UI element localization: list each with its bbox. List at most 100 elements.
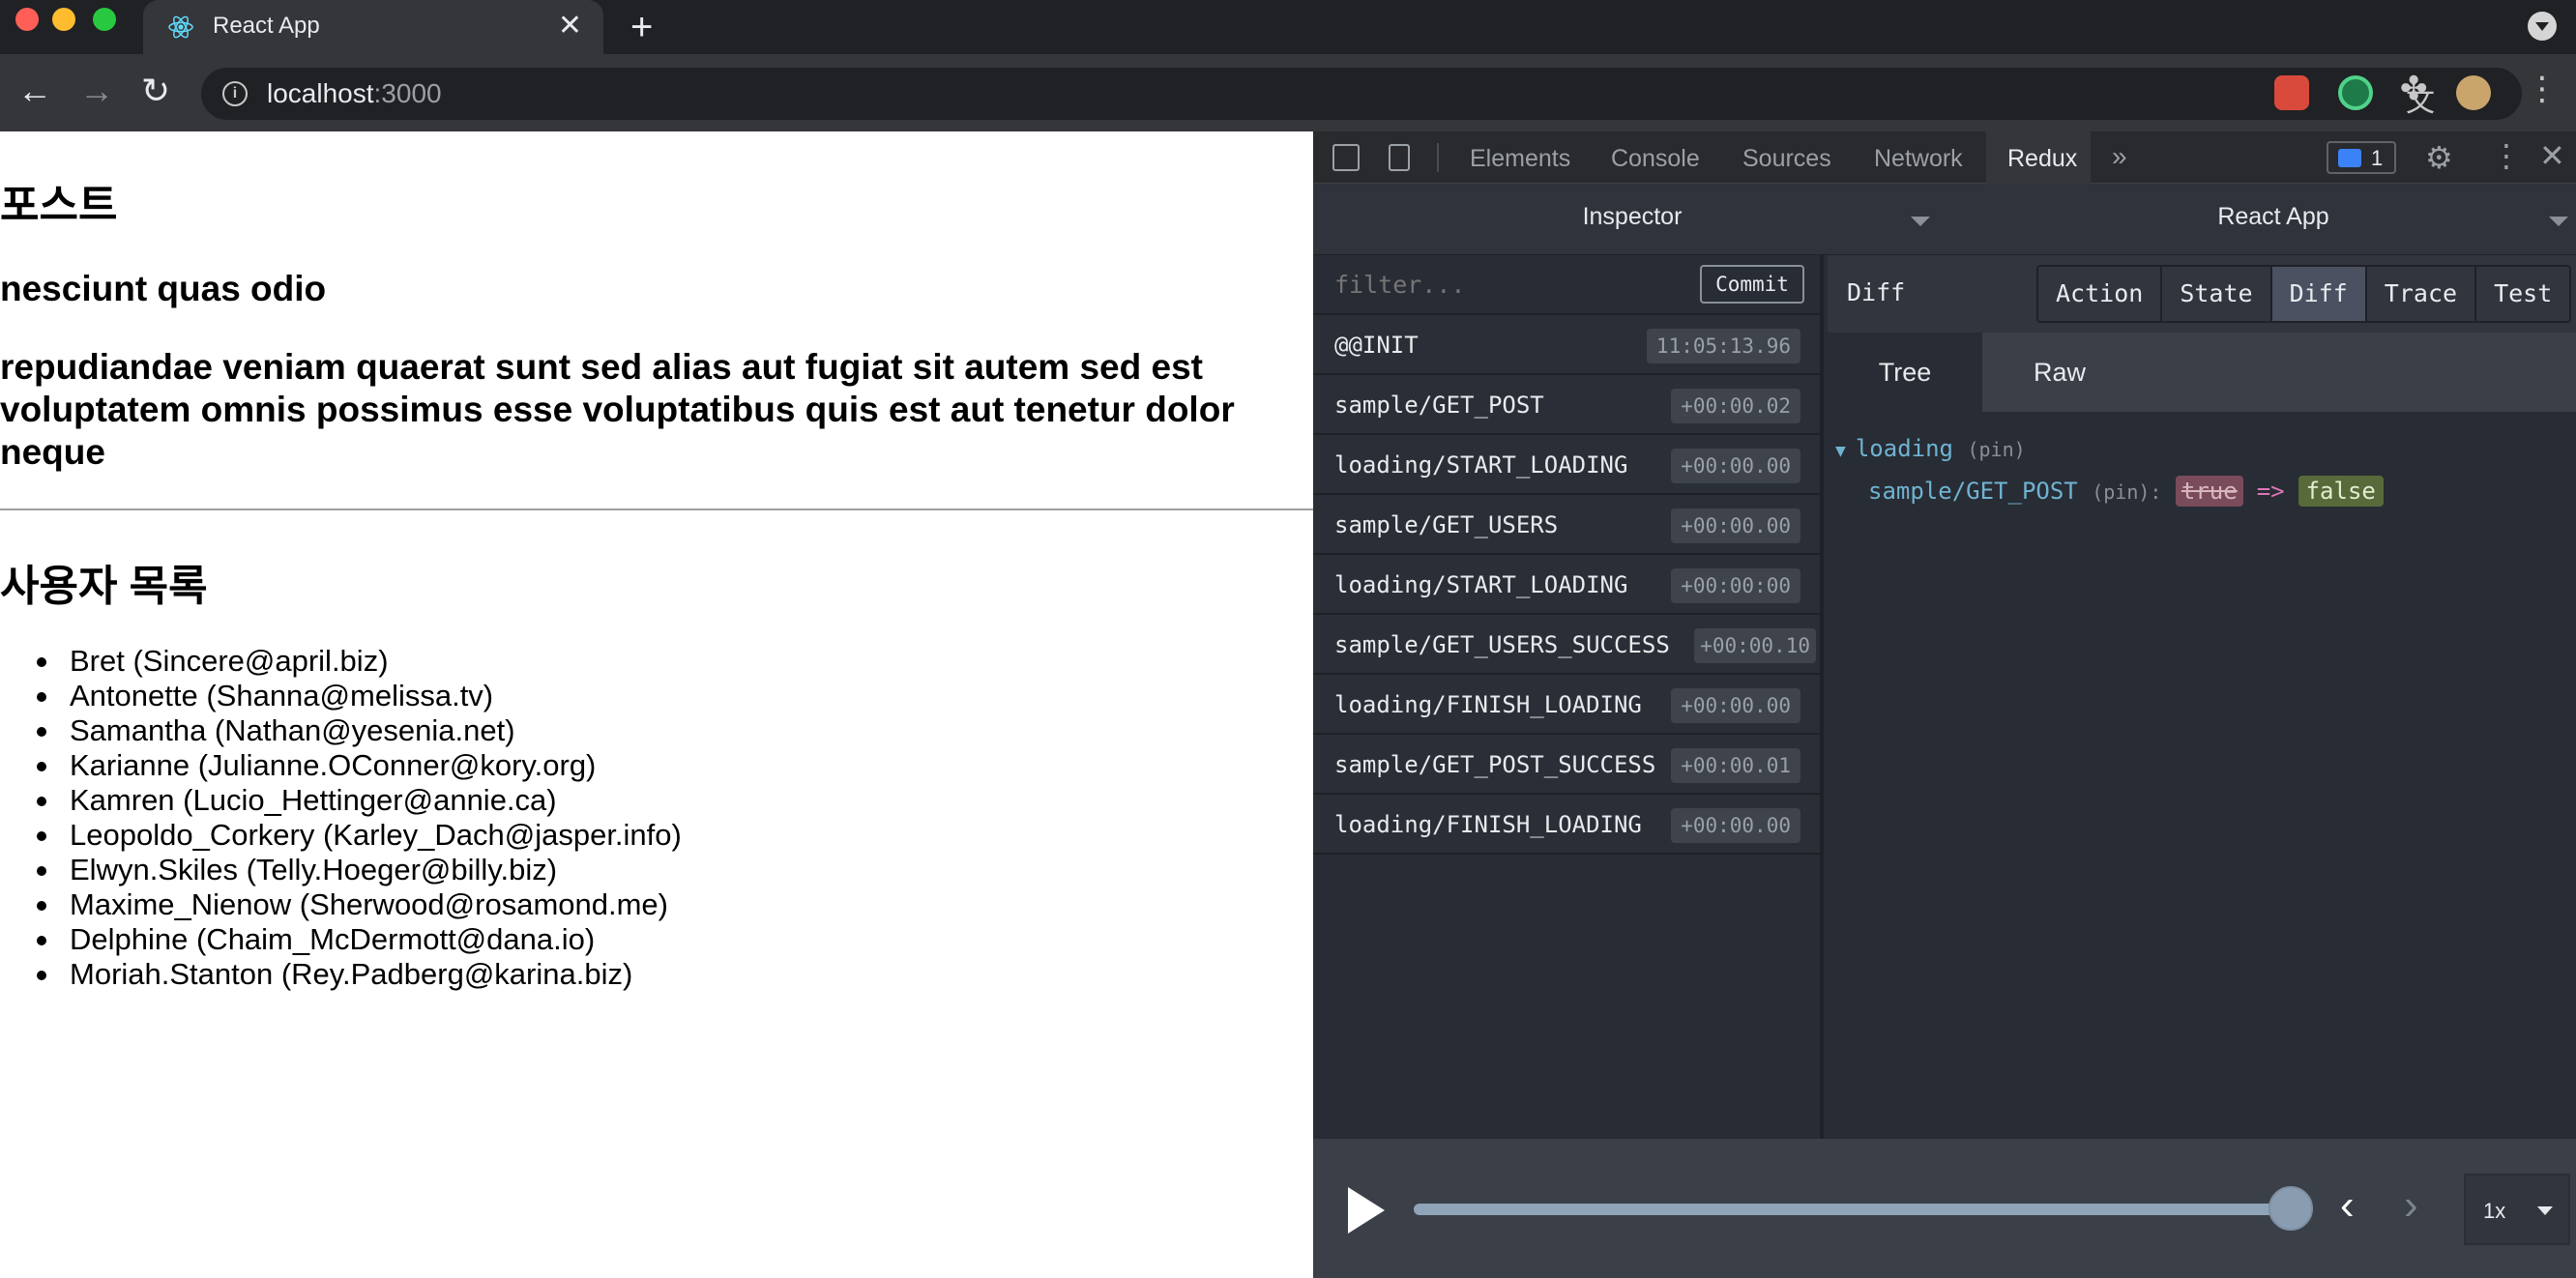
action-name: loading/START_LOADING: [1334, 451, 1628, 479]
slider-track[interactable]: [1414, 1204, 2284, 1215]
commit-button[interactable]: Commit: [1700, 265, 1804, 304]
action-time: +00:00.00: [1671, 808, 1800, 843]
action-time: +00:00.02: [1671, 389, 1800, 423]
step-forward-icon[interactable]: ›: [2404, 1181, 2418, 1230]
action-time: +00:00.00: [1671, 688, 1800, 723]
back-button[interactable]: ←: [17, 72, 52, 110]
monitor-tab-group: Action State Diff Trace Test: [2036, 265, 2572, 323]
new-tab-button[interactable]: +: [630, 6, 653, 48]
slider-thumb[interactable]: [2269, 1186, 2313, 1231]
monitor-select[interactable]: Inspector: [1313, 184, 1951, 255]
action-name: sample/GET_USERS_SUCCESS: [1334, 631, 1670, 658]
page-viewport: 포스트 nesciunt quas odio repudiandae venia…: [0, 131, 1313, 1278]
speed-select[interactable]: 1x: [2464, 1174, 2570, 1245]
tree-key: sample/GET_POST: [1868, 478, 2078, 505]
play-icon[interactable]: [1348, 1187, 1385, 1234]
action-item[interactable]: loading/START_LOADING +00:00.00: [1313, 435, 1820, 495]
extensions-puzzle-icon[interactable]: ✤: [2400, 70, 2428, 108]
tab-state[interactable]: State: [2162, 267, 2272, 321]
pin-link[interactable]: (pin):: [2092, 480, 2161, 504]
tab-search-button[interactable]: [2528, 12, 2557, 41]
action-name: sample/GET_USERS: [1334, 511, 1559, 538]
action-item[interactable]: sample/GET_POST +00:00.02: [1313, 375, 1820, 435]
expand-arrow-icon[interactable]: ▼: [1835, 441, 1846, 461]
tab-tree[interactable]: Tree: [1828, 333, 1982, 412]
action-item[interactable]: loading/FINISH_LOADING +00:00.00: [1313, 795, 1820, 855]
device-toolbar-icon[interactable]: [1389, 144, 1410, 171]
action-time: 11:05:13.96: [1646, 329, 1800, 363]
view-tabs: Tree Raw: [1828, 333, 2576, 412]
browser-tab[interactable]: React App ✕: [143, 0, 603, 54]
divider: [0, 508, 1313, 510]
tab-network[interactable]: Network: [1874, 145, 1963, 173]
diff-tree-row: sample/GET_POST (pin): true => false: [1868, 476, 2384, 507]
action-item[interactable]: sample/GET_USERS_SUCCESS +00:00.10: [1313, 615, 1820, 675]
tab-close-icon[interactable]: ✕: [558, 10, 582, 43]
action-name: loading/START_LOADING: [1334, 571, 1628, 598]
action-time: +00:00:00: [1671, 568, 1800, 603]
action-list: Commit @@INIT 11:05:13.96 sample/GET_POS…: [1313, 255, 1824, 1139]
inspector-monitor: Diff Action State Diff Trace Test Tree R…: [1828, 255, 2576, 1139]
window-maximize-button[interactable]: [93, 8, 116, 31]
redux-header: Inspector React App: [1313, 184, 2576, 255]
close-icon[interactable]: ✕: [2539, 137, 2565, 174]
gear-icon[interactable]: ⚙: [2425, 139, 2453, 176]
url-text[interactable]: localhost:3000: [267, 78, 442, 109]
post-body: repudiandae veniam quaerat sunt sed alia…: [0, 347, 1235, 472]
browser-toolbar: ← → ↻ i localhost:3000 文 ☆ ✤ ⋮: [0, 54, 2576, 131]
user-list: Bret (Sincere@april.biz) Antonette (Shan…: [37, 644, 682, 992]
diff-arrow: =>: [2256, 478, 2285, 505]
action-name: sample/GET_POST: [1334, 392, 1544, 419]
browser-menu-icon[interactable]: ⋮: [2526, 70, 2559, 108]
list-item: Samantha (Nathan@yesenia.net): [37, 713, 682, 748]
kebab-menu-icon[interactable]: ⋮: [2491, 137, 2522, 174]
instance-select[interactable]: React App: [1971, 184, 2576, 255]
tab-redux[interactable]: Redux: [2007, 145, 2077, 173]
tree-key: loading: [1855, 435, 1953, 462]
old-value: true: [2175, 476, 2243, 507]
address-bar[interactable]: i localhost:3000 文 ☆: [201, 68, 2522, 120]
tab-strip: React App ✕ +: [0, 0, 2576, 54]
tab-test[interactable]: Test: [2476, 267, 2570, 321]
list-item: Leopoldo_Corkery (Karley_Dach@jasper.inf…: [37, 818, 682, 853]
tab-console[interactable]: Console: [1611, 145, 1700, 173]
speed-value: 1x: [2483, 1199, 2506, 1223]
action-item[interactable]: loading/FINISH_LOADING +00:00.00: [1313, 675, 1820, 735]
extension-icon[interactable]: [2338, 75, 2373, 110]
tab-raw[interactable]: Raw: [1982, 333, 2137, 412]
list-item: Karianne (Julianne.OConner@kory.org): [37, 748, 682, 783]
list-item: Kamren (Lucio_Hettinger@annie.ca): [37, 783, 682, 818]
tab-diff[interactable]: Diff: [2271, 267, 2367, 321]
window-close-button[interactable]: [15, 8, 39, 31]
divider: [1437, 143, 1439, 172]
inspect-element-icon[interactable]: [1332, 144, 1360, 171]
action-item[interactable]: @@INIT 11:05:13.96: [1313, 315, 1820, 375]
more-tabs-icon[interactable]: »: [2112, 141, 2127, 172]
monitor-label: Diff: [1847, 278, 1906, 306]
avatar[interactable]: [2456, 75, 2491, 110]
issues-button[interactable]: 1: [2327, 141, 2396, 174]
diff-tree-root[interactable]: ▼ loading (pin): [1835, 435, 2026, 462]
reload-button[interactable]: ↻: [141, 72, 170, 110]
message-icon: [2338, 149, 2361, 167]
site-info-icon[interactable]: i: [222, 81, 248, 106]
action-item[interactable]: sample/GET_USERS +00:00.00: [1313, 495, 1820, 555]
step-back-icon[interactable]: ‹: [2340, 1181, 2355, 1230]
time-travel-slider: ‹ › 1x: [1313, 1139, 2576, 1278]
tab-action[interactable]: Action: [2038, 267, 2163, 321]
filter-input[interactable]: [1334, 267, 1683, 302]
devtools-tabbar: Elements Console Sources Network Redux »…: [1313, 131, 2576, 184]
tab-sources[interactable]: Sources: [1742, 145, 1831, 173]
window-minimize-button[interactable]: [52, 8, 75, 31]
list-item: Bret (Sincere@april.biz): [37, 644, 682, 679]
action-item[interactable]: sample/GET_POST_SUCCESS +00:00.01: [1313, 735, 1820, 795]
action-item[interactable]: loading/START_LOADING +00:00:00: [1313, 555, 1820, 615]
action-time: +00:00.01: [1671, 748, 1800, 783]
pin-link[interactable]: (pin): [1967, 438, 2025, 461]
tab-trace[interactable]: Trace: [2366, 267, 2477, 321]
forward-button[interactable]: →: [79, 72, 114, 110]
action-time: +00:00.10: [1694, 628, 1816, 663]
tab-elements[interactable]: Elements: [1470, 145, 1570, 173]
extension-icon[interactable]: [2274, 75, 2309, 110]
monitor-header: Diff Action State Diff Trace Test: [1828, 255, 2576, 333]
